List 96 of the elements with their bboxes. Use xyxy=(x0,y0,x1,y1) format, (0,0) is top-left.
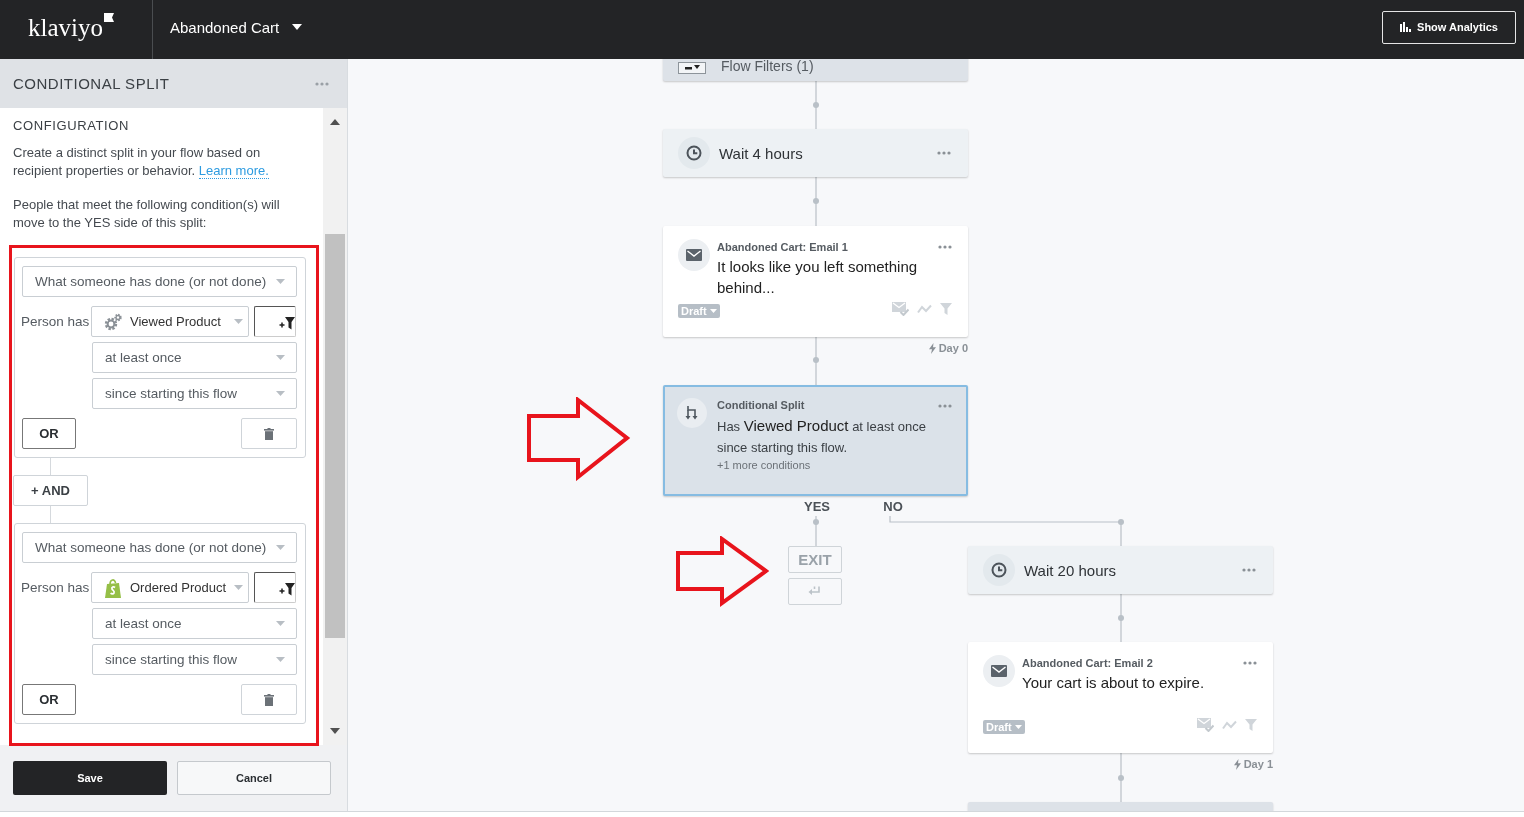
connector-line xyxy=(813,336,819,386)
delete-button[interactable] xyxy=(241,418,297,449)
caret-icon xyxy=(232,319,243,324)
clock-icon xyxy=(678,137,710,169)
flow-filters-label: Flow Filters (1) xyxy=(721,59,814,74)
more-icon[interactable] xyxy=(938,245,952,249)
bolt-icon xyxy=(1233,758,1241,770)
email-subject: Your cart is about to expire. xyxy=(1022,673,1206,693)
condition-type-dropdown[interactable]: What someone has done (or not done) xyxy=(22,532,297,563)
add-filter-button[interactable] xyxy=(254,306,296,337)
caret-icon xyxy=(276,657,285,662)
plus-funnel-icon xyxy=(279,581,295,596)
trash-icon xyxy=(264,427,274,440)
caret-icon xyxy=(292,24,303,30)
triangle-down-icon[interactable] xyxy=(330,728,340,734)
or-button[interactable]: OR xyxy=(22,418,76,449)
more-conditions-text: +1 more conditions xyxy=(717,458,812,472)
envelope-icon xyxy=(678,239,710,271)
show-analytics-button[interactable]: Show Analytics xyxy=(1382,10,1516,44)
add-and-button[interactable]: + AND xyxy=(13,475,88,506)
day-label: Day 0 xyxy=(938,341,968,355)
connector-line xyxy=(813,176,819,227)
metric-dropdown[interactable]: Ordered Product xyxy=(91,572,249,603)
funnel-icon[interactable] xyxy=(940,302,952,315)
caret-icon xyxy=(276,545,285,550)
caret-icon xyxy=(709,308,717,313)
bolt-icon xyxy=(928,342,936,354)
cancel-button[interactable]: Cancel xyxy=(177,761,331,795)
or-button[interactable]: OR xyxy=(22,684,76,715)
more-icon[interactable] xyxy=(315,81,329,86)
section-title: CONFIGURATION xyxy=(13,118,130,134)
conditional-split-card[interactable]: Conditional Split Has Viewed Product at least once since starting this flow. +1 more conditions xyxy=(663,385,968,496)
trend-line-icon[interactable] xyxy=(917,303,932,314)
email-step-title: Abandoned Cart: Email 2 xyxy=(1022,656,1154,670)
wait-step-card[interactable]: Wait 4 hours xyxy=(663,129,968,177)
person-has-label: Person has xyxy=(21,580,91,595)
caret-icon xyxy=(232,585,243,590)
metric-dropdown[interactable]: Viewed Product xyxy=(91,306,249,337)
wait-step-label: Wait 4 hours xyxy=(719,144,804,162)
connector-line xyxy=(813,80,819,130)
caret-icon xyxy=(276,355,285,360)
flow-name-dropdown[interactable]: Abandoned Cart xyxy=(153,15,303,39)
caret-icon xyxy=(1014,724,1022,729)
delete-button[interactable] xyxy=(241,684,297,715)
more-icon[interactable] xyxy=(1242,568,1256,572)
connector-line xyxy=(1118,752,1124,803)
clock-icon xyxy=(983,554,1015,586)
add-filter-button[interactable] xyxy=(254,572,296,603)
condition-type-dropdown[interactable]: What someone has done (or not done) xyxy=(22,266,297,297)
connector-line xyxy=(1118,593,1124,643)
scrollbar-thumb[interactable] xyxy=(325,234,345,638)
reentry-box[interactable] xyxy=(788,578,842,605)
caret-icon xyxy=(276,279,285,284)
shopping-bag-icon xyxy=(104,577,122,598)
more-icon[interactable] xyxy=(1243,661,1257,665)
flag-icon xyxy=(104,13,114,22)
email-step-card[interactable]: Abandoned Cart: Email 2 Your cart is about to expire. Draft xyxy=(968,642,1273,753)
gears-icon xyxy=(104,312,122,331)
email-step-card[interactable]: Abandoned Cart: Email 1 It looks like you left something behind... Draft xyxy=(663,226,968,337)
envelope-check-icon[interactable] xyxy=(1197,717,1214,732)
connector-line xyxy=(813,515,819,547)
email-step-title: Abandoned Cart: Email 1 xyxy=(717,240,849,254)
branch-icon xyxy=(677,398,707,428)
timeframe-dropdown[interactable]: since starting this flow xyxy=(92,378,297,409)
filter-icon xyxy=(678,62,706,74)
triangle-up-icon[interactable] xyxy=(330,119,340,125)
panel-title: CONDITIONAL SPLIT xyxy=(13,75,170,92)
plus-funnel-icon xyxy=(279,315,295,330)
frequency-dropdown[interactable]: at least once xyxy=(92,342,297,373)
day-label: Day 1 xyxy=(1243,757,1273,771)
split-condition-text: Has Viewed Product at least once since starting this flow. xyxy=(717,416,927,457)
wait-step-label: Wait 20 hours xyxy=(1024,561,1117,579)
envelope-check-icon[interactable] xyxy=(892,301,909,316)
logo-wordmark: klaviyo xyxy=(28,15,103,40)
bar-chart-icon xyxy=(1400,22,1412,32)
rule-text: People that meet the following condition(s) will move to the YES side of this split: xyxy=(13,196,281,232)
flow-filters-card[interactable]: Flow Filters (1) xyxy=(663,59,968,81)
no-branch-label: NO xyxy=(882,500,904,514)
split-step-title: Conditional Split xyxy=(717,398,806,412)
more-icon[interactable] xyxy=(938,404,952,408)
return-arrow-icon xyxy=(808,585,822,598)
caret-icon xyxy=(276,391,285,396)
envelope-icon xyxy=(983,655,1015,687)
timeframe-dropdown[interactable]: since starting this flow xyxy=(92,644,297,675)
trash-icon xyxy=(264,693,274,706)
frequency-dropdown[interactable]: at least once xyxy=(92,608,297,639)
email-subject: It looks like you left something behind... xyxy=(717,257,919,298)
caret-icon xyxy=(276,621,285,626)
wait-step-card[interactable]: Wait 20 hours xyxy=(968,546,1273,594)
person-has-label: Person has xyxy=(21,314,91,329)
trend-line-icon[interactable] xyxy=(1222,719,1237,730)
more-icon[interactable] xyxy=(937,151,951,155)
intro-text: Create a distinct split in your flow based on recipient properties or behavior. Learn more. xyxy=(13,144,270,180)
funnel-icon[interactable] xyxy=(1245,718,1257,731)
save-button[interactable]: Save xyxy=(13,761,167,795)
yes-branch-label: YES xyxy=(804,500,830,514)
